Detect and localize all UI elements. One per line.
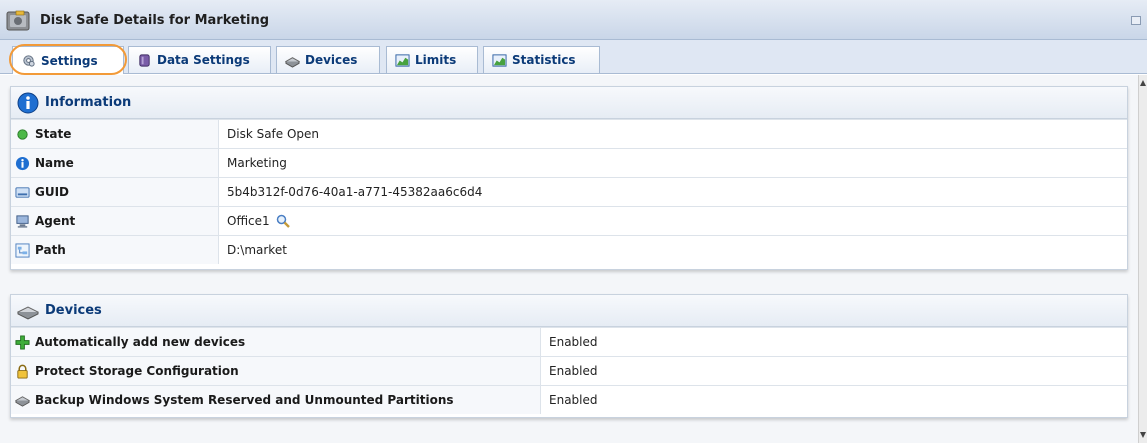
info-value-cell: D:\market: [219, 236, 287, 264]
info-row-name: Name Marketing: [11, 148, 1127, 177]
info-value: D:\market: [227, 243, 287, 257]
lock-icon: [17, 364, 28, 379]
devices-title: Devices: [45, 303, 102, 318]
info-row-path: Path D:\market: [11, 235, 1127, 264]
device-label-cell: Protect Storage Configuration: [11, 357, 541, 385]
vertical-scrollbar[interactable]: [1138, 75, 1147, 443]
device-label-cell: Backup Windows System Reserved and Unmou…: [11, 386, 541, 414]
device-value: Enabled: [549, 393, 598, 407]
tab-statistics[interactable]: Statistics: [483, 46, 600, 73]
information-header: Information: [11, 87, 1127, 119]
device-label: Automatically add new devices: [35, 335, 246, 349]
info-label: Path: [35, 243, 66, 257]
tab-label: Limits: [415, 53, 457, 67]
device-row-backup-reserved: Backup Windows System Reserved and Unmou…: [11, 385, 1127, 414]
chart-icon: [395, 53, 410, 67]
info-label-cell: State: [11, 120, 219, 148]
device-value-cell: Enabled: [541, 386, 598, 414]
window-title: Disk Safe Details for Marketing: [40, 13, 270, 28]
info-row-state: State Disk Safe Open: [11, 119, 1127, 148]
info-label-cell: Path: [11, 236, 219, 264]
device-label: Protect Storage Configuration: [35, 364, 239, 378]
tab-strip: Settings Data Settings Devices Limits St…: [0, 40, 1147, 74]
restore-button[interactable]: [1131, 16, 1141, 25]
info-row-agent: Agent Office1: [11, 206, 1127, 235]
devices-header: Devices: [11, 295, 1127, 327]
tab-devices[interactable]: Devices: [276, 46, 380, 73]
info-label-cell: GUID: [11, 178, 219, 206]
info-label: Name: [35, 156, 74, 170]
folder-tree-icon: [15, 242, 30, 258]
tab-label: Devices: [305, 53, 358, 67]
chart-icon: [492, 53, 507, 67]
info-value: 5b4b312f-0d76-40a1-a771-45382aa6c6d4: [227, 185, 483, 199]
drive-icon: [15, 186, 30, 198]
device-label-cell: Automatically add new devices: [11, 328, 541, 356]
disk-icon: [15, 395, 30, 407]
disk-icon: [285, 56, 300, 68]
info-value-cell: 5b4b312f-0d76-40a1-a771-45382aa6c6d4: [219, 178, 482, 206]
tab-label: Data Settings: [157, 53, 250, 67]
info-value-cell: Marketing: [219, 149, 287, 177]
disk-icon: [17, 305, 39, 320]
add-icon: [15, 334, 30, 350]
info-label-cell: Name: [11, 149, 219, 177]
scroll-down-arrow[interactable]: [1140, 432, 1146, 438]
info-icon: [15, 156, 30, 170]
device-value-cell: Enabled: [541, 357, 598, 385]
device-value: Enabled: [549, 335, 598, 349]
disk-safe-icon: [6, 10, 30, 31]
info-label-cell: Agent: [11, 207, 219, 235]
device-label: Backup Windows System Reserved and Unmou…: [35, 393, 454, 407]
tab-data-settings[interactable]: Data Settings: [128, 46, 271, 73]
device-row-protect-storage: Protect Storage Configuration Enabled: [11, 356, 1127, 385]
magnifier-icon[interactable]: [276, 214, 290, 228]
window-titlebar: Disk Safe Details for Marketing: [0, 0, 1147, 40]
info-label: State: [35, 127, 72, 141]
tab-limits[interactable]: Limits: [386, 46, 478, 73]
info-value-cell: Disk Safe Open: [219, 120, 319, 148]
status-green-icon: [17, 128, 28, 140]
info-row-guid: GUID 5b4b312f-0d76-40a1-a771-45382aa6c6d…: [11, 177, 1127, 206]
database-icon: [139, 53, 150, 67]
info-value-cell: Office1: [219, 207, 290, 235]
info-label: Agent: [35, 214, 76, 228]
agent-link[interactable]: Office1: [227, 214, 270, 228]
devices-panel: Devices Automatically add new devices En…: [10, 294, 1128, 418]
info-value: Marketing: [227, 156, 287, 170]
info-icon: [17, 92, 39, 113]
active-tab-highlight: [9, 44, 127, 75]
device-value-cell: Enabled: [541, 328, 598, 356]
device-value: Enabled: [549, 364, 598, 378]
information-panel: Information State Disk Safe Open Name Ma…: [10, 86, 1128, 270]
device-row-auto-add: Automatically add new devices Enabled: [11, 327, 1127, 356]
scroll-up-arrow[interactable]: [1140, 80, 1146, 86]
info-value: Disk Safe Open: [227, 127, 320, 141]
info-label: GUID: [35, 185, 70, 199]
tab-label: Statistics: [512, 53, 576, 67]
information-title: Information: [45, 95, 132, 110]
computer-icon: [16, 214, 29, 228]
